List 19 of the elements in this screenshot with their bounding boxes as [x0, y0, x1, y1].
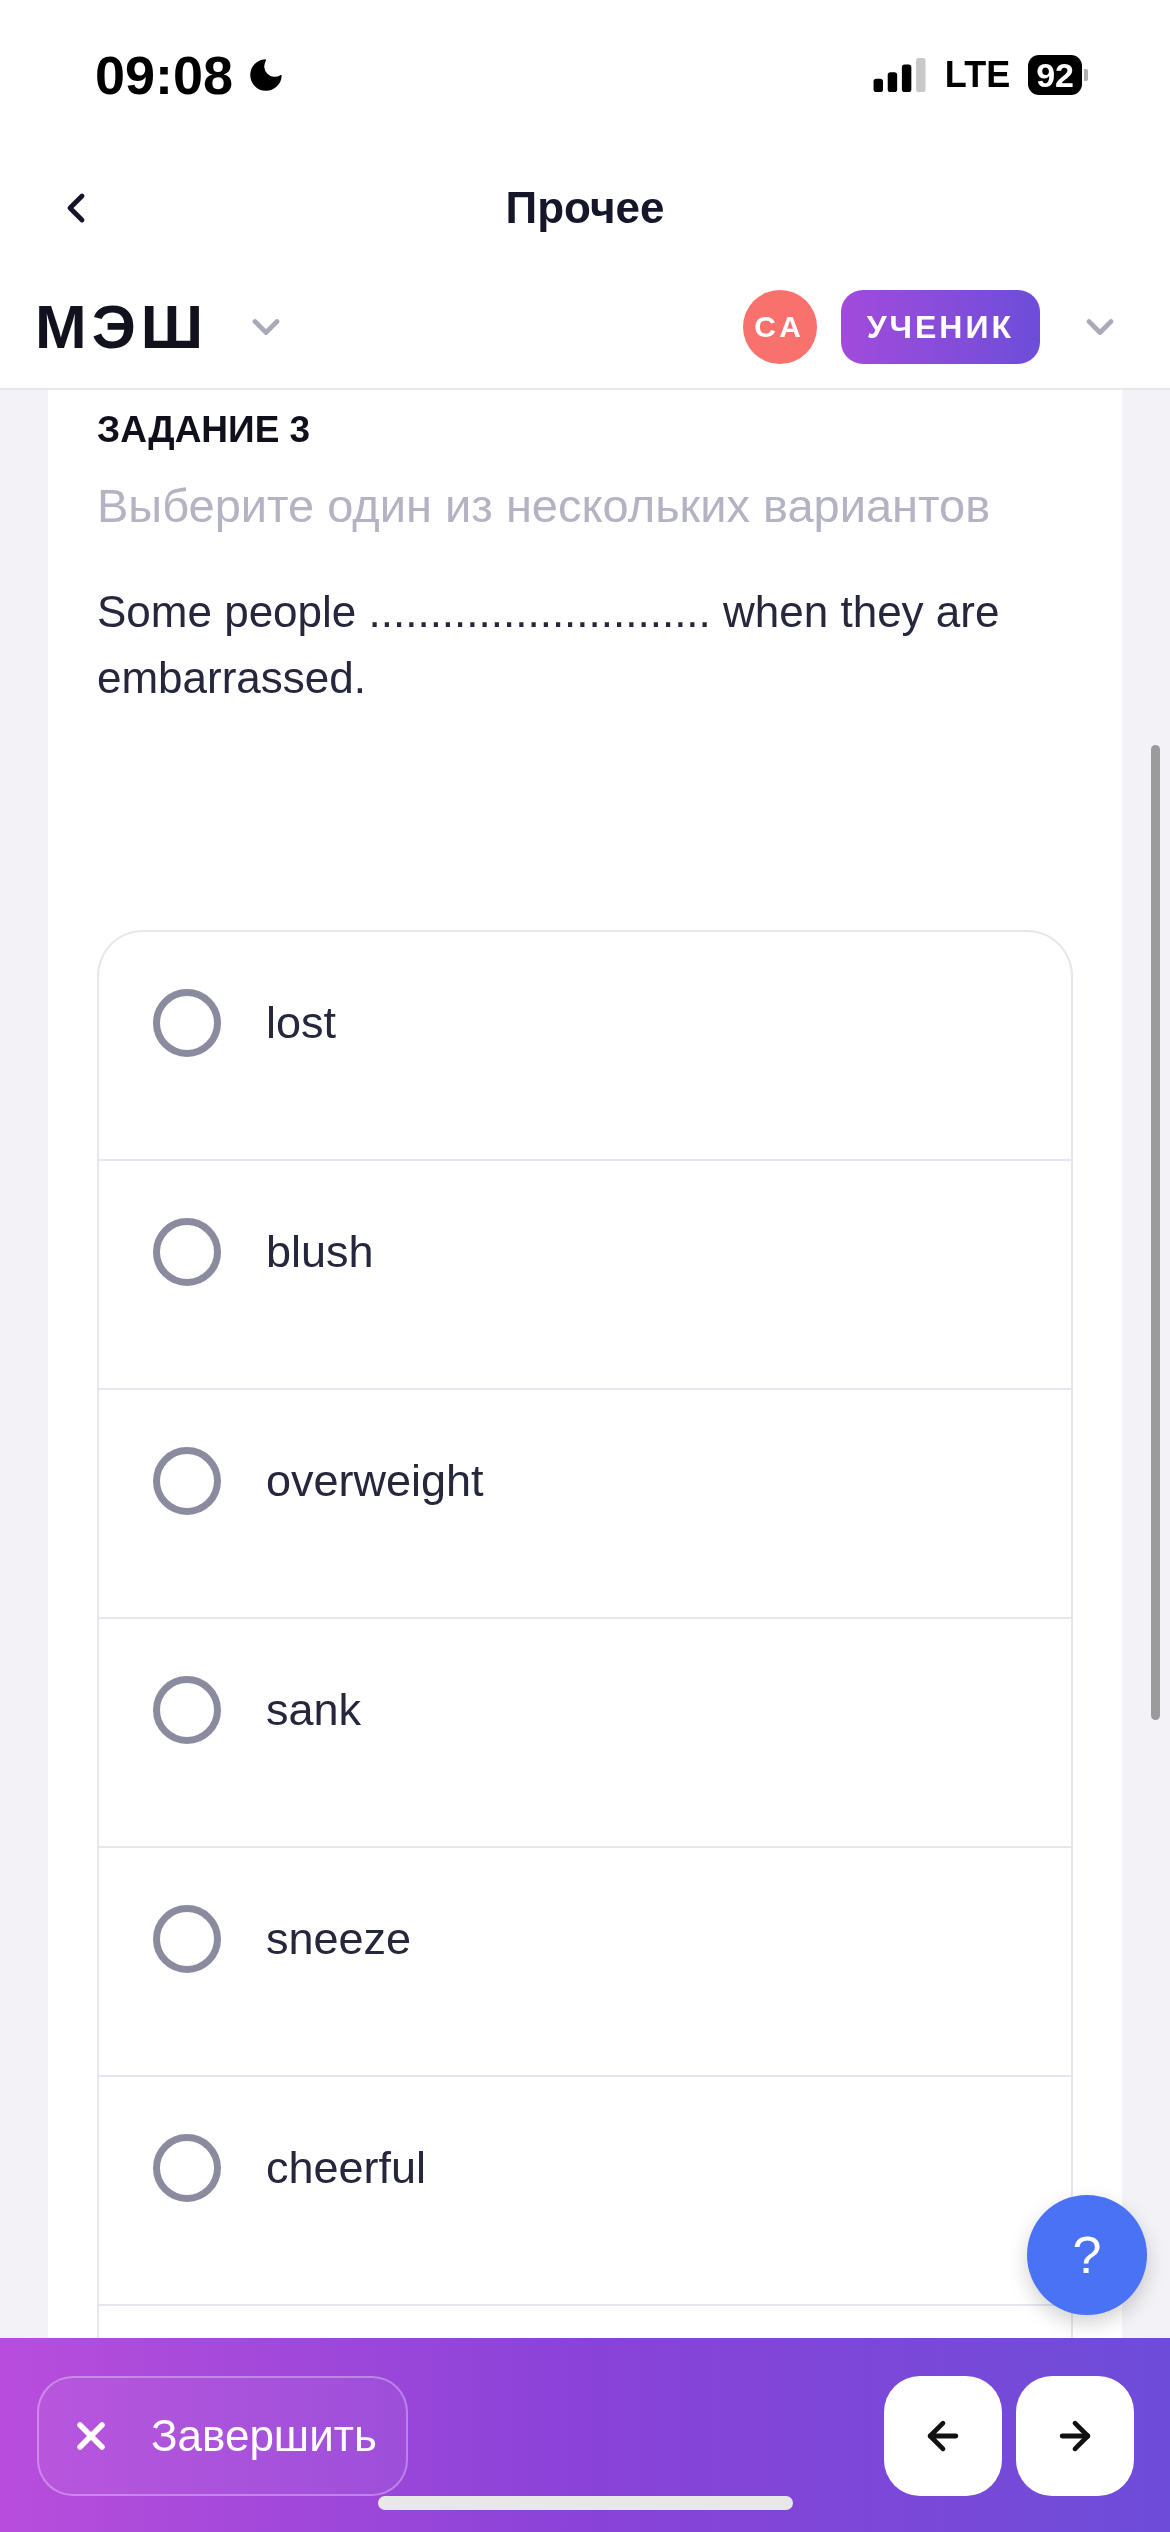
page-title: Прочее: [505, 185, 665, 230]
task-heading: ЗАДАНИЕ 3: [97, 410, 312, 450]
answer-option[interactable]: sank: [153, 1676, 362, 1744]
task-instruction: Выберите один из нескольких вариантов: [97, 480, 992, 532]
role-badge[interactable]: УЧЕНИК: [840, 289, 1040, 364]
status-time: 09:08: [95, 48, 234, 102]
previous-button[interactable]: [884, 2376, 1002, 2496]
finish-button[interactable]: Завершить: [37, 2376, 408, 2496]
answer-option[interactable]: lost: [153, 989, 337, 1057]
question-text: Some people ............................ when they are embarrassed.: [97, 586, 1001, 704]
battery-indicator: 92: [1028, 55, 1088, 95]
answer-option[interactable]: cheerful: [153, 2134, 427, 2202]
next-button[interactable]: [1016, 2376, 1134, 2496]
app-logo[interactable]: МЭШ: [35, 295, 209, 358]
answer-option[interactable]: overweight: [153, 1447, 484, 1515]
answer-option[interactable]: sneeze: [153, 1905, 412, 1973]
network-type: LTE: [944, 57, 1011, 93]
answer-option[interactable]: blush: [153, 1218, 374, 1286]
cellular-signal-icon: [872, 58, 927, 92]
